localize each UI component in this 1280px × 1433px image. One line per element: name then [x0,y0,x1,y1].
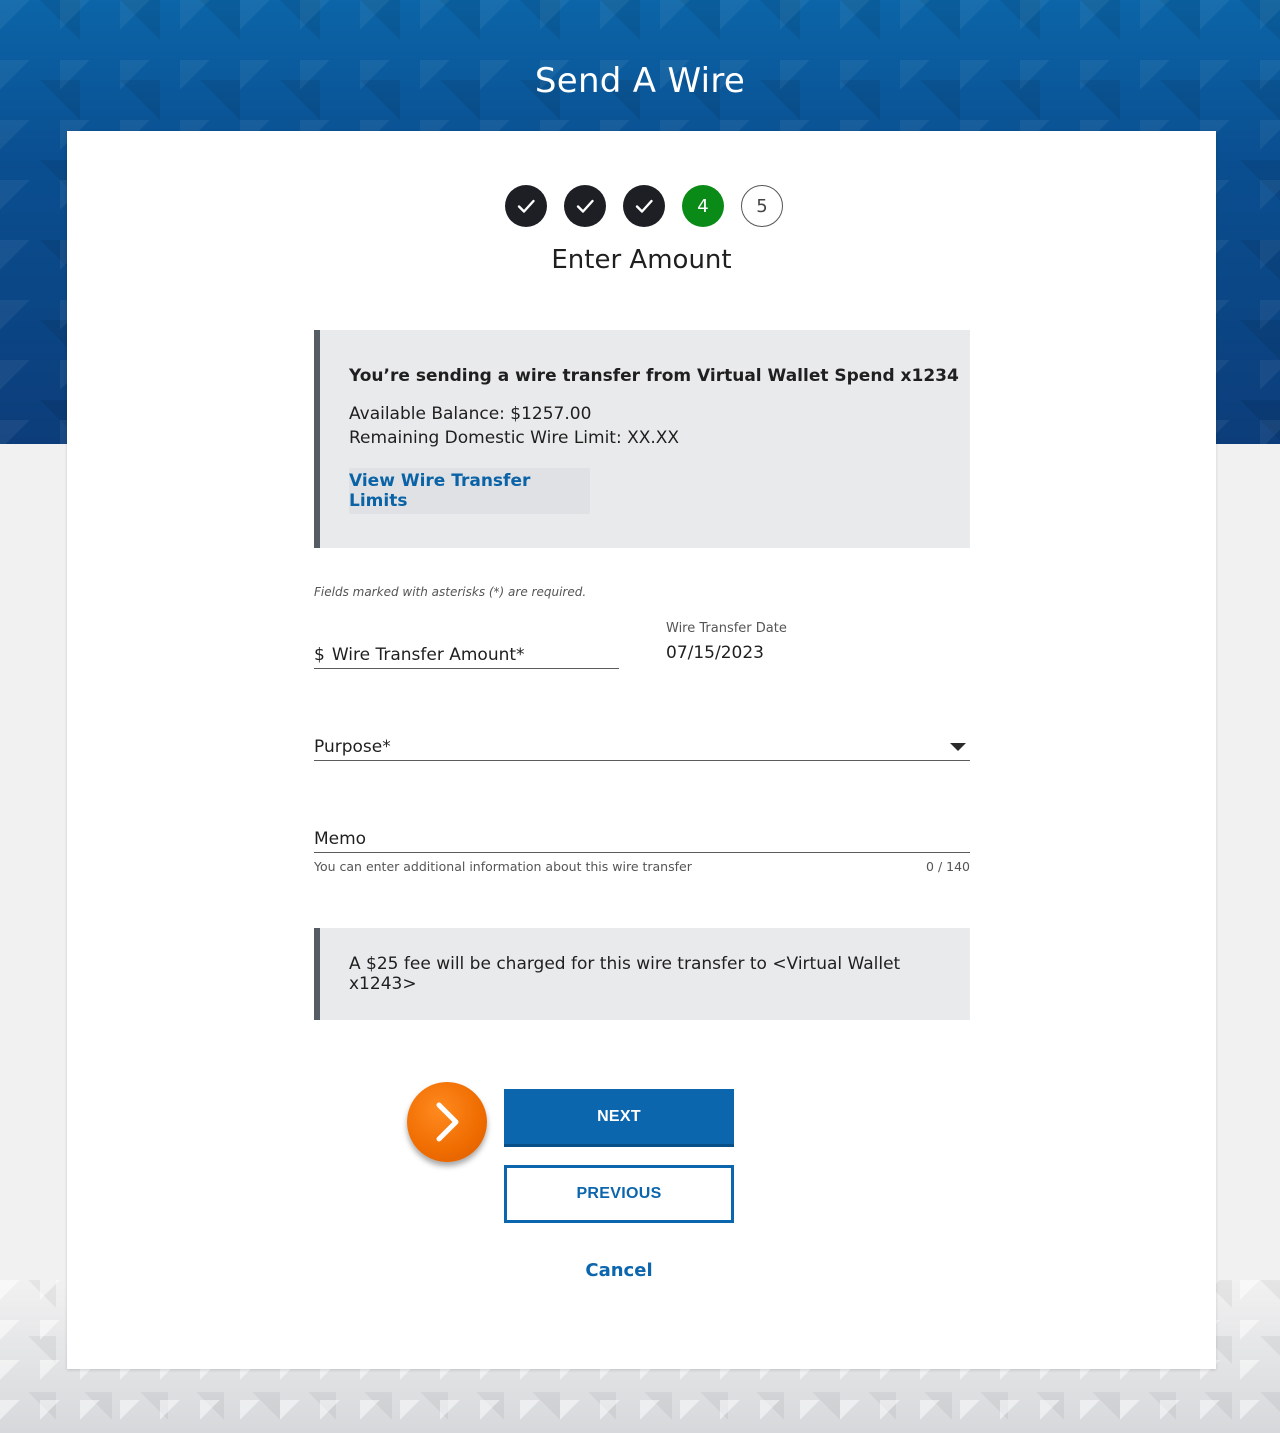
cancel-link[interactable]: Cancel [504,1260,734,1281]
memo-character-count: 0 / 140 [926,859,970,874]
next-button[interactable]: NEXT [504,1089,734,1147]
checkmark-icon [635,199,653,213]
fee-notice: A $25 fee will be charged for this wire … [314,928,970,1020]
info-heading: You’re sending a wire transfer from Virt… [349,366,959,386]
previous-button[interactable]: PREVIOUS [504,1165,734,1223]
step-2-complete [564,185,606,227]
progress-stepper: 4 5 [505,185,783,227]
next-pointer-badge [407,1082,487,1162]
wire-amount-input[interactable]: $ Wire Transfer Amount* [314,641,619,669]
step-title: Enter Amount [551,245,732,275]
required-fields-note: Fields marked with asterisks (*) are req… [314,585,587,599]
chevron-right-icon [436,1102,459,1142]
step-1-complete [505,185,547,227]
checkmark-icon [576,199,594,213]
purpose-select[interactable]: Purpose* [314,733,970,761]
memo-input[interactable]: Memo [314,825,970,853]
step-5-upcoming: 5 [741,185,783,227]
wire-date-label: Wire Transfer Date [666,621,787,636]
checkmark-icon [517,199,535,213]
memo-helper-text: You can enter additional information abo… [314,859,692,874]
memo-label: Memo [314,828,367,849]
purpose-label: Purpose* [314,736,391,757]
wire-date-value: 07/15/2023 [666,643,764,663]
chevron-down-icon [950,742,966,751]
page-title: Send A Wire [534,60,746,101]
view-wire-limits-button[interactable]: View Wire Transfer Limits [349,468,590,514]
account-info-box: You’re sending a wire transfer from Virt… [314,330,970,548]
wire-amount-label: Wire Transfer Amount* [331,644,525,665]
step-4-current: 4 [682,185,724,227]
dollar-prefix: $ [314,644,325,665]
remaining-wire-limit: Remaining Domestic Wire Limit: XX.XX [349,428,680,448]
wire-form-card: 4 5 Enter Amount You’re sending a wire t… [67,131,1216,1369]
step-3-complete [623,185,665,227]
available-balance: Available Balance: $1257.00 [349,404,592,424]
fee-notice-text: A $25 fee will be charged for this wire … [349,954,901,994]
